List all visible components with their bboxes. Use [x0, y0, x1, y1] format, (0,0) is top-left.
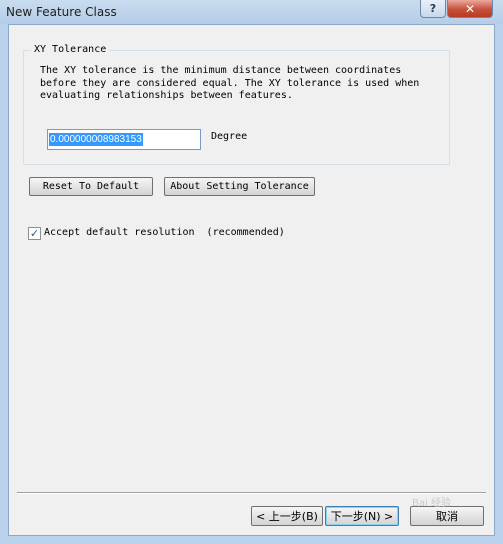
about-setting-tolerance-button[interactable]: About Setting Tolerance: [164, 177, 315, 196]
back-button-label: < 上一步(B): [256, 510, 318, 523]
window-title: New Feature Class: [6, 5, 117, 19]
close-icon: ✕: [464, 1, 476, 16]
xy-tolerance-description: The XY tolerance is the minimum distance…: [40, 65, 420, 101]
help-icon: ?: [429, 2, 437, 15]
checkmark-icon: ✓: [29, 227, 40, 240]
dialog-window: New Feature Class ? ✕ XY Tolerance The X…: [0, 0, 503, 544]
next-button[interactable]: 下一步(N) >: [325, 506, 399, 526]
xy-tolerance-group-title: XY Tolerance: [31, 44, 110, 55]
next-button-label: 下一步(N) >: [330, 510, 394, 523]
back-button[interactable]: < 上一步(B): [251, 506, 323, 526]
about-button-label: About Setting Tolerance: [170, 181, 309, 192]
xy-tolerance-value: 0.000000008983153: [49, 133, 143, 146]
title-bar[interactable]: New Feature Class ? ✕: [0, 0, 503, 24]
accept-default-resolution-label[interactable]: Accept default resolution (recommended): [44, 227, 285, 238]
reset-to-default-button[interactable]: Reset To Default: [29, 177, 153, 196]
reset-button-label: Reset To Default: [42, 181, 140, 192]
cancel-button[interactable]: 取消: [410, 506, 484, 526]
watermark: Bai 经验: [412, 498, 451, 509]
accept-default-resolution-checkbox[interactable]: ✓: [28, 227, 41, 240]
xy-tolerance-input[interactable]: 0.000000008983153: [47, 129, 201, 150]
close-button[interactable]: ✕: [447, 0, 493, 18]
cancel-button-label: 取消: [436, 510, 458, 523]
xy-tolerance-unit: Degree: [211, 131, 248, 142]
help-button[interactable]: ?: [420, 0, 446, 18]
